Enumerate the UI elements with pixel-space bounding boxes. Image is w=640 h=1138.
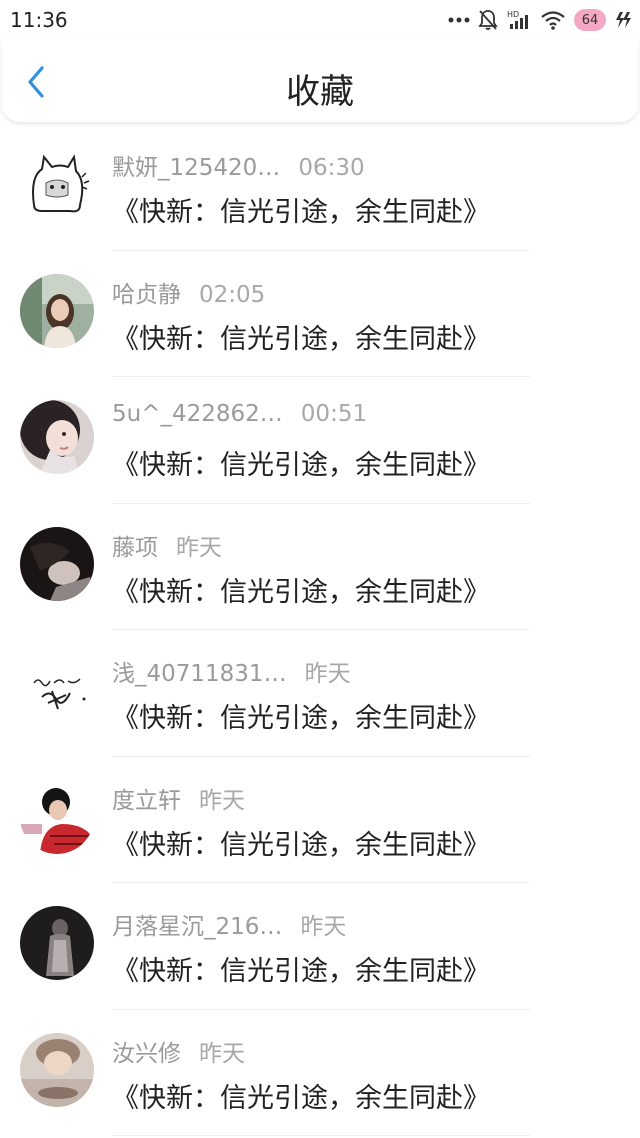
item-title: 《快新：信光引途，余生同赴》	[112, 197, 490, 228]
avatar[interactable]	[20, 526, 94, 601]
user-name: 度立轩	[112, 787, 181, 814]
item-meta: 藤项 昨天	[112, 528, 222, 561]
item-time: 昨天	[176, 534, 222, 561]
avatar[interactable]	[20, 1032, 94, 1107]
item-time: 昨天	[300, 914, 347, 940]
list-item[interactable]: 汝兴修 昨天 《快新：信光引途，余生同赴》	[0, 1010, 640, 1136]
mute-bell-icon	[478, 9, 498, 31]
battery-badge: 64	[574, 9, 606, 31]
divider	[112, 1135, 530, 1136]
avatar[interactable]	[20, 906, 94, 980]
user-name: 默妍_125420…	[112, 155, 281, 181]
user-name: 浅_40711831…	[112, 661, 287, 687]
item-time: 06:30	[298, 155, 365, 181]
list-item[interactable]: 藤项 昨天 《快新：信光引途，余生同赴》	[0, 504, 640, 630]
user-name: 汝兴修	[112, 1040, 181, 1067]
user-name: 月落星沉_216…	[112, 914, 283, 940]
page-title: 收藏	[286, 72, 354, 112]
item-title: 《快新：信光引途，余生同赴》	[112, 1082, 490, 1114]
avatar[interactable]	[20, 273, 94, 348]
item-meta: 默妍_125420… 06:30	[112, 148, 365, 181]
item-title: 《快新：信光引途，余生同赴》	[112, 450, 490, 481]
avatar[interactable]	[20, 400, 94, 474]
list-item[interactable]: 月落星沉_216… 昨天 《快新：信光引途，余生同赴》	[0, 883, 640, 1010]
item-title: 《快新：信光引途，余生同赴》	[112, 956, 490, 987]
svg-text:HD: HD	[507, 10, 519, 19]
item-title: 《快新：信光引途，余生同赴》	[112, 703, 490, 734]
item-meta: 月落星沉_216… 昨天	[112, 907, 347, 940]
item-meta: 哈贞静 02:05	[112, 275, 266, 308]
item-title: 《快新：信光引途，余生同赴》	[112, 576, 490, 608]
wifi-icon	[540, 10, 566, 30]
favorites-list: 默妍_125420… 06:30 《快新：信光引途，余生同赴》 哈贞静 02:05 …	[0, 124, 640, 1136]
charging-icon	[614, 10, 632, 30]
status-time: 11:36	[10, 8, 68, 32]
list-item[interactable]: 度立轩 昨天 《快新：信光引途，余生同赴》	[0, 757, 640, 883]
avatar[interactable]	[20, 653, 94, 727]
header: 收藏	[2, 40, 638, 122]
status-bar: 11:36 HD 64	[0, 0, 640, 40]
list-item[interactable]: 哈贞静 02:05 《快新：信光引途，余生同赴》	[0, 251, 640, 377]
item-meta: 汝兴修 昨天	[112, 1034, 245, 1067]
user-name: 5u^_422862…	[112, 401, 283, 427]
list-item[interactable]: 5u^_422862… 00:51 《快新：信光引途，余生同赴》	[0, 377, 640, 504]
list-item[interactable]: 默妍_125420… 06:30 《快新：信光引途，余生同赴》	[0, 124, 640, 251]
item-time: 昨天	[199, 1040, 245, 1067]
avatar[interactable]	[20, 779, 94, 854]
item-time: 昨天	[304, 661, 351, 687]
status-icons: HD 64	[448, 6, 632, 34]
item-time: 02:05	[199, 281, 266, 308]
item-title: 《快新：信光引途，余生同赴》	[112, 829, 490, 861]
avatar[interactable]	[20, 147, 94, 221]
signal-hd-icon: HD	[506, 9, 532, 31]
more-dots-icon	[448, 16, 470, 24]
item-meta: 度立轩 昨天	[112, 781, 245, 814]
item-time: 昨天	[199, 787, 245, 814]
item-meta: 浅_40711831… 昨天	[112, 654, 351, 687]
item-meta: 5u^_422862… 00:51	[112, 401, 367, 431]
item-title: 《快新：信光引途，余生同赴》	[112, 323, 490, 355]
user-name: 藤项	[112, 534, 158, 561]
list-item[interactable]: 浅_40711831… 昨天 《快新：信光引途，余生同赴》	[0, 630, 640, 757]
user-name: 哈贞静	[112, 281, 181, 308]
item-time: 00:51	[300, 401, 368, 427]
